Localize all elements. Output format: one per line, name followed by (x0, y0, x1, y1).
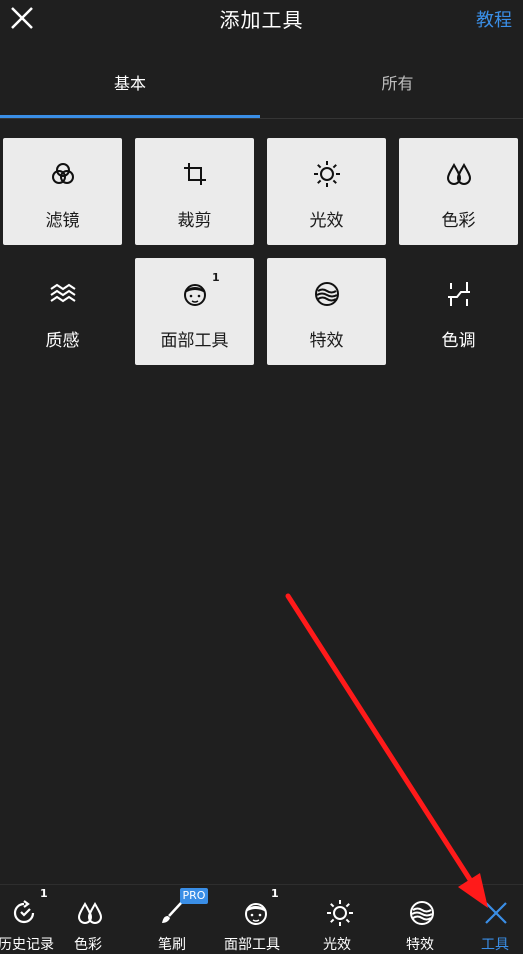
history-icon (13, 900, 35, 924)
tool-label: 滤镜 (45, 211, 80, 231)
bottom-item-history[interactable]: 1 历史记录 (0, 885, 60, 953)
top-bar: 添加工具 教程 (0, 0, 523, 40)
bottom-item-brush[interactable]: 笔刷 (152, 885, 192, 953)
bottom-item-face[interactable]: 1 面部工具 (224, 885, 288, 953)
effects-icon (315, 282, 339, 306)
tool-tile-color[interactable]: 色彩 (399, 138, 518, 245)
tool-tile-light[interactable]: 光效 (267, 138, 386, 245)
crop-icon (184, 163, 206, 185)
bottom-item-label: 笔刷 (158, 937, 186, 953)
history-badge: 1 (40, 887, 48, 900)
light-icon (314, 161, 340, 187)
bottom-item-effects[interactable]: 特效 (402, 885, 442, 953)
bottom-item-label: 色彩 (74, 937, 102, 953)
bottom-item-color[interactable]: 色彩 (70, 885, 110, 953)
tool-tile-filter[interactable]: 滤镜 (3, 138, 122, 245)
tab-all[interactable]: 所有 (265, 70, 523, 94)
tool-tile-tone[interactable]: 色调 (399, 258, 518, 365)
brush-icon (162, 902, 182, 923)
tone-icon (448, 282, 470, 306)
face-tool-icon (184, 284, 206, 306)
tool-label: 面部工具 (160, 331, 229, 351)
bottom-item-label: 面部工具 (224, 937, 280, 953)
close-icon (485, 902, 507, 924)
tool-label: 裁剪 (177, 211, 212, 231)
effects-icon (410, 901, 434, 925)
tool-label: 色调 (441, 331, 476, 351)
tool-label: 特效 (309, 331, 344, 351)
tool-label: 光效 (309, 211, 344, 231)
face-badge: 1 (271, 887, 279, 900)
tool-label: 色彩 (441, 211, 476, 231)
bottom-toolbar: 1 历史记录 色彩 PRO 笔刷 1 面部工具 光效 特效 工具 (0, 884, 523, 953)
bottom-item-tools[interactable]: 工具 (478, 885, 518, 953)
color-icon (77, 901, 103, 924)
color-icon (446, 162, 472, 185)
light-icon (327, 900, 353, 926)
face-tool-icon (245, 903, 267, 925)
tool-tile-face[interactable]: 1 面部工具 (135, 258, 254, 365)
bottom-item-label: 光效 (323, 937, 351, 953)
tutorial-link[interactable]: 教程 (476, 6, 512, 32)
tool-tile-crop[interactable]: 裁剪 (135, 138, 254, 245)
bottom-item-light[interactable]: 光效 (320, 885, 360, 953)
tool-tile-texture[interactable]: 质感 (3, 258, 122, 365)
tab-bar: 基本 所有 (0, 60, 523, 119)
tab-divider (0, 118, 523, 119)
tool-tile-effects[interactable]: 特效 (267, 258, 386, 365)
bottom-item-label: 特效 (406, 937, 434, 953)
tool-badge: 1 (212, 271, 220, 284)
tool-label: 质感 (45, 331, 80, 351)
filter-icon (52, 163, 74, 184)
page-title: 添加工具 (219, 8, 304, 32)
tab-basic[interactable]: 基本 (0, 70, 260, 94)
bottom-item-label: 工具 (481, 937, 509, 953)
bottom-item-label: 历史记录 (0, 937, 54, 953)
texture-icon (50, 283, 76, 303)
